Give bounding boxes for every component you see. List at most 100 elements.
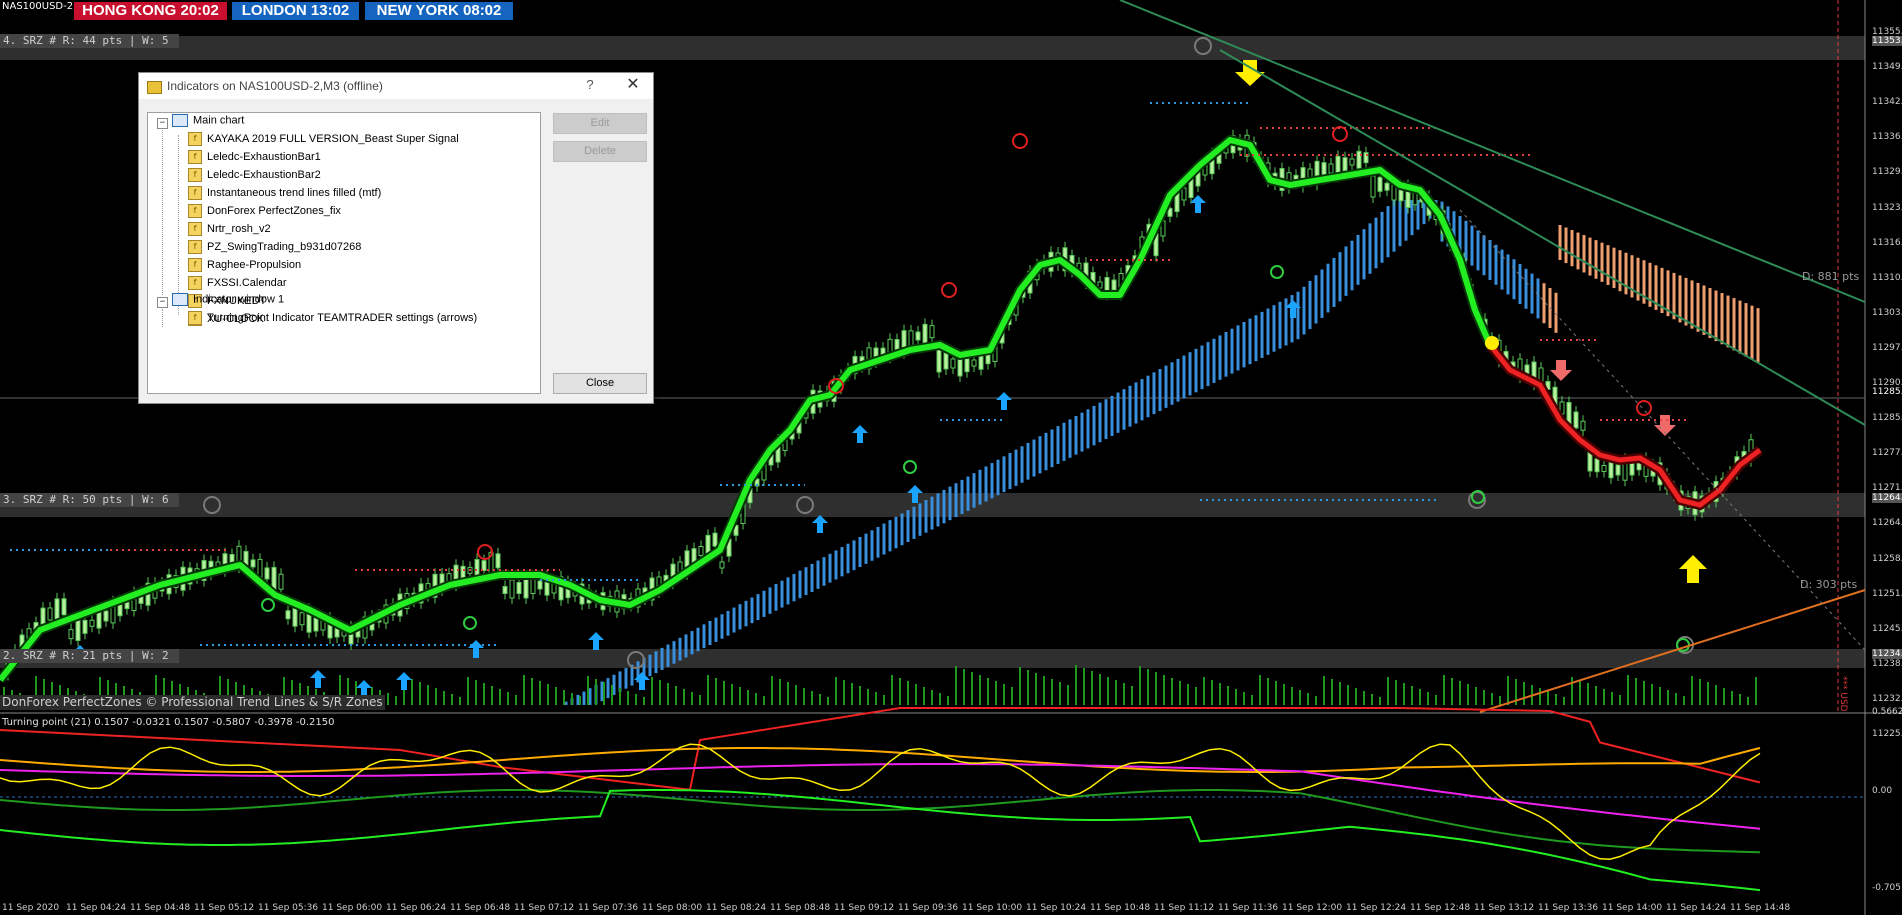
price-tick: 11225.5 (1872, 729, 1902, 739)
time-tick: 11 Sep 06:24 (386, 903, 447, 913)
tree-item-indicator[interactable]: f Instantaneous trend lines filled (mtf) (188, 186, 381, 204)
time-tick: 11 Sep 13:36 (1538, 903, 1599, 913)
candle-body (1328, 163, 1334, 174)
edit-button[interactable]: Edit (553, 113, 647, 134)
time-tick: 11 Sep 10:00 (962, 903, 1023, 913)
candle-body (922, 323, 928, 344)
price-tick: 11323.0 (1872, 202, 1902, 213)
up-arrow-icon (812, 515, 828, 533)
main-chart-label: Main chart (193, 114, 245, 127)
candle-body (278, 573, 284, 590)
price-highlight: 11285.0 (1872, 387, 1902, 397)
candle-body (971, 359, 977, 367)
oscillator-tick: 0.5662 (1872, 707, 1902, 717)
indicator-tree[interactable]: − Main chart f KAYAKA 2019 FULL VERSION_B… (147, 112, 541, 394)
candle-body (1356, 150, 1362, 169)
tree-item-turningpoint[interactable]: f TurningPoint Indicator TEAMTRADER setti… (188, 311, 477, 329)
swing-circle-icon (941, 282, 957, 298)
candle-body (1370, 175, 1376, 198)
clock-new-york: NEW YORK 08:02 (365, 2, 513, 20)
price-tick: 11310.0 (1872, 272, 1902, 283)
indicator-icon: f (188, 204, 202, 218)
tree-item-indicator[interactable]: f Nrtr_rosh_v2 (188, 222, 271, 240)
time-tick: 11 Sep 04:24 (66, 903, 127, 913)
indicator-icon: f (188, 240, 202, 254)
candle-body (1181, 187, 1187, 201)
tree-item-indicator[interactable]: f Raghee-Propulsion (188, 258, 301, 276)
tree-item-label: KAYAKA 2019 FULL VERSION_Beast Super Sig… (207, 132, 459, 145)
price-tick: 11238.5 (1872, 658, 1902, 669)
close-button[interactable]: Close (553, 373, 647, 394)
tree-item-indicator[interactable]: f KAYAKA 2019 FULL VERSION_Beast Super Si… (188, 132, 459, 150)
indicator-icon: f (188, 276, 202, 290)
app-icon (147, 81, 162, 94)
window1-label: Indicator window 1 (193, 293, 285, 306)
indicator-icon: f (188, 222, 202, 236)
price-tick: 11316.5 (1872, 237, 1902, 248)
srz-zone (0, 649, 1865, 668)
price-tick: 11342.5 (1872, 97, 1902, 108)
swing-circle-icon (1332, 126, 1348, 142)
price-tick: 11271.0 (1872, 483, 1902, 494)
candle-body (271, 566, 277, 590)
swing-circle-icon (903, 460, 917, 474)
price-tick: 11285.0 (1872, 413, 1902, 424)
tree-item-indicator[interactable]: f FXSSI.Calendar (188, 276, 286, 294)
up-arrow-icon (1679, 555, 1707, 583)
tree-node-main-chart[interactable]: Main chart (172, 114, 244, 132)
indicator-icon: f (188, 168, 202, 182)
tree-item-label: Instantaneous trend lines filled (mtf) (207, 186, 382, 199)
price-tick: 11277.5 (1872, 448, 1902, 459)
tree-item-label: PZ_SwingTrading_b931d07268 (207, 240, 362, 253)
srz-zone (0, 36, 1865, 60)
candle-body (1608, 460, 1614, 479)
help-icon[interactable]: ? (579, 77, 601, 92)
time-tick: 11 Sep 09:12 (834, 903, 895, 913)
up-arrow-icon (996, 392, 1012, 410)
zones-watermark: DonForex PerfectZones © Professional Tre… (0, 695, 385, 710)
tree-item-indicator[interactable]: f PZ_SwingTrading_b931d07268 (188, 240, 361, 258)
price-highlight: 11264.5 (1872, 493, 1902, 503)
candle-body (285, 610, 291, 620)
osc-line-yellow (0, 743, 1761, 860)
oscillator-tick: 0.00 (1872, 786, 1893, 796)
up-arrow-icon (396, 672, 412, 690)
time-tick: 11 Sep 07:36 (578, 903, 639, 913)
time-tick: 11 Sep 14:48 (1730, 903, 1791, 913)
tree-item-indicator[interactable]: f Leledc-ExhaustionBar2 (188, 168, 321, 186)
collapse-window1[interactable]: − (157, 297, 168, 308)
price-tick: 11297.0 (1872, 342, 1902, 353)
indicator-icon: f (188, 132, 202, 146)
candle-body (915, 331, 921, 341)
symbol-tab[interactable]: NAS100USD-2 (0, 0, 73, 14)
collapse-main-chart[interactable]: − (157, 118, 168, 129)
clock-hong-kong: HONG KONG 20:02 (74, 2, 227, 20)
tree-item-label: Raghee-Propulsion (207, 258, 302, 271)
time-tick: 11 Sep 10:48 (1090, 903, 1151, 913)
tree-node-indicator-window-1[interactable]: Indicator window 1 (172, 293, 284, 311)
tree-item-label: FXSSI.Calendar (207, 276, 287, 289)
delete-button[interactable]: Delete (553, 141, 647, 162)
price-tick: 11258.0 (1872, 553, 1902, 564)
swing-circle-icon (463, 616, 477, 630)
candle-body (516, 582, 522, 594)
candle-body (299, 612, 305, 626)
tree-item-indicator[interactable]: f DonForex PerfectZones_fix (188, 204, 341, 222)
osc-line-magenta (0, 763, 1761, 830)
osc-line-green (0, 789, 1761, 892)
time-tick: 11 Sep 10:24 (1026, 903, 1087, 913)
candle-body (103, 610, 109, 622)
time-tick: 11 Sep 11:36 (1218, 903, 1279, 913)
up-arrow-icon (852, 425, 868, 443)
price-tick: 11336.0 (1872, 132, 1902, 143)
up-arrow-icon (310, 670, 326, 688)
tree-item-indicator[interactable]: f Leledc-ExhaustionBar1 (188, 150, 321, 168)
tree-item-label: Leledc-ExhaustionBar1 (207, 150, 321, 163)
candle-body (264, 567, 270, 580)
close-icon[interactable]: ✕ (619, 75, 647, 95)
candle-body (474, 559, 480, 577)
swing-circle-icon (477, 544, 493, 560)
time-tick: 11 Sep 04:48 (130, 903, 191, 913)
price-tick: 11329.5 (1872, 167, 1902, 178)
candle-body (68, 629, 74, 640)
